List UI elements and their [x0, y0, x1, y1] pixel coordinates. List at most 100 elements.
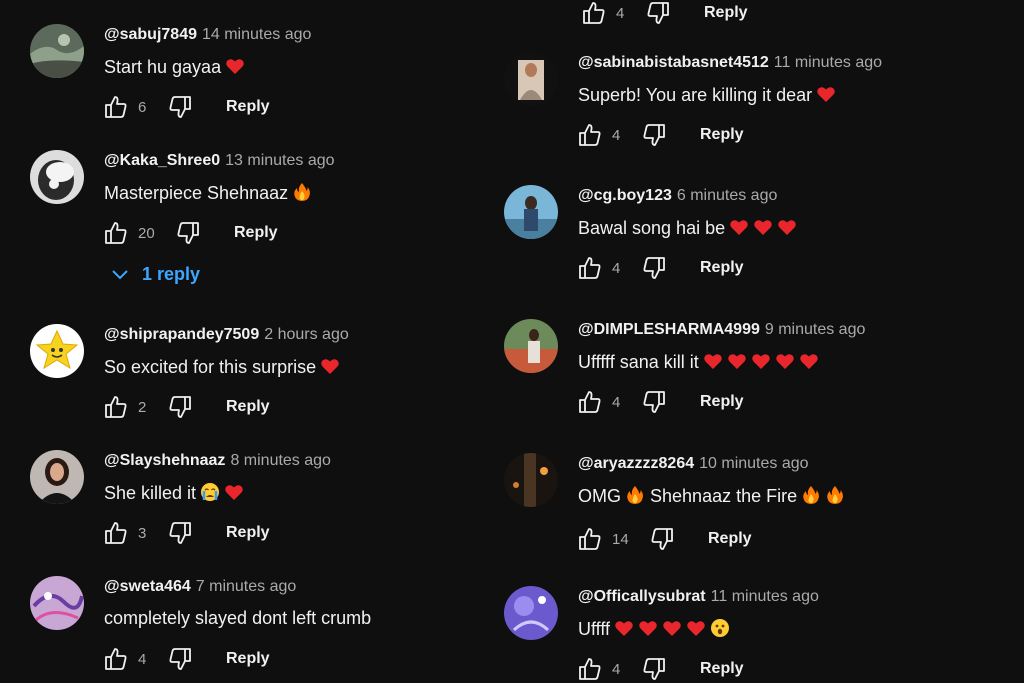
thumbs-up-icon[interactable]: [576, 388, 604, 416]
heart-emoji-icon: [614, 618, 634, 638]
like-count: 20: [138, 224, 155, 242]
thumbs-up-icon[interactable]: [576, 525, 604, 553]
thumbs-up-icon[interactable]: [576, 121, 604, 149]
heart-emoji-icon: [224, 482, 244, 502]
avatar[interactable]: [30, 324, 84, 378]
reply-button[interactable]: Reply: [700, 393, 744, 411]
comment-timestamp[interactable]: 11 minutes ago: [711, 588, 819, 605]
avatar[interactable]: [504, 453, 558, 507]
reply-button[interactable]: Reply: [708, 530, 752, 548]
like-count: 4: [612, 259, 621, 277]
avatar[interactable]: [30, 150, 84, 204]
comment-actions: 3 Reply: [102, 519, 270, 547]
comment-text: She killed it: [104, 482, 244, 504]
avatar[interactable]: [504, 319, 558, 373]
comment-text: Superb! You are killing it dear: [578, 84, 836, 106]
thumbs-up-icon[interactable]: [102, 519, 130, 547]
avatar[interactable]: [30, 24, 84, 78]
reply-button[interactable]: Reply: [234, 224, 278, 242]
thumbs-down-icon[interactable]: [640, 254, 668, 282]
comment-author[interactable]: @sweta464: [104, 578, 191, 595]
thumbs-down-icon[interactable]: [166, 519, 194, 547]
thumbs-up-icon[interactable]: [102, 645, 130, 673]
reply-button[interactable]: Reply: [700, 259, 744, 277]
comment-timestamp[interactable]: 11 minutes ago: [774, 54, 882, 71]
thumbs-down-icon[interactable]: [648, 525, 676, 553]
thumbs-up-icon[interactable]: [580, 0, 608, 27]
like-count: 4: [616, 4, 625, 22]
comment-actions: 4 Reply: [576, 655, 744, 683]
comment-author[interactable]: @sabuj7849: [104, 26, 197, 43]
comment-author[interactable]: @Slayshehnaaz: [104, 452, 225, 469]
avatar[interactable]: [504, 586, 558, 640]
thumbs-down-icon[interactable]: [174, 219, 202, 247]
thumbs-down-icon[interactable]: [166, 645, 194, 673]
reply-button[interactable]: Reply: [226, 398, 270, 416]
comment-header: @aryazzzz8264 10 minutes ago: [578, 455, 809, 473]
comment-timestamp[interactable]: 10 minutes ago: [699, 455, 808, 472]
reply-button[interactable]: Reply: [226, 98, 270, 116]
thumbs-up-icon[interactable]: [576, 254, 604, 282]
comment-timestamp[interactable]: 2 hours ago: [264, 326, 349, 343]
heart-emoji-icon: [727, 351, 747, 371]
comment-author[interactable]: @Officallysubrat: [578, 588, 706, 605]
thumbs-down-icon[interactable]: [640, 655, 668, 683]
comment-timestamp[interactable]: 6 minutes ago: [677, 187, 778, 204]
comment-author[interactable]: @cg.boy123: [578, 187, 672, 204]
thumbs-down-icon[interactable]: [640, 388, 668, 416]
avatar[interactable]: [30, 576, 84, 630]
thumbs-up-icon[interactable]: [102, 219, 130, 247]
reply-button[interactable]: Reply: [704, 4, 748, 22]
reply-button[interactable]: Reply: [700, 660, 744, 678]
avatar[interactable]: [504, 185, 558, 239]
comment-text: Uffff: [578, 618, 730, 640]
reply-button[interactable]: Reply: [226, 524, 270, 542]
comment-text: completely slayed dont left crumb: [104, 608, 371, 629]
view-replies-button[interactable]: 1 reply: [110, 264, 200, 285]
comment-author[interactable]: @shiprapandey7509: [104, 326, 259, 343]
comment-header: @DIMPLESHARMA4999 9 minutes ago: [578, 321, 865, 339]
comment-author[interactable]: @DIMPLESHARMA4999: [578, 321, 760, 338]
like-count: 4: [612, 660, 621, 678]
comment-item: @sabinabistabasnet4512 11 minutes ago Sup…: [504, 52, 1004, 157]
comment-timestamp[interactable]: 9 minutes ago: [765, 321, 866, 338]
thumbs-down-icon[interactable]: [644, 0, 672, 27]
comment-header: @sweta464 7 minutes ago: [104, 578, 296, 596]
comment-body: Uffff: [578, 619, 611, 639]
comment-timestamp[interactable]: 13 minutes ago: [225, 152, 334, 169]
like-count: 4: [612, 393, 621, 411]
thumbs-up-icon[interactable]: [102, 93, 130, 121]
comment-body: Start hu gayaa: [104, 57, 222, 77]
comment-author[interactable]: @aryazzzz8264: [578, 455, 694, 472]
fire-emoji-icon: [801, 485, 821, 505]
heart-emoji-icon: [662, 618, 682, 638]
like-count: 2: [138, 398, 147, 416]
comment-body: Ufffff sana kill it: [578, 352, 699, 372]
heart-emoji-icon: [777, 217, 797, 237]
thumbs-down-icon[interactable]: [640, 121, 668, 149]
comment-timestamp[interactable]: 8 minutes ago: [230, 452, 331, 469]
comment-body-continued: Shehnaaz the Fire: [650, 486, 798, 506]
avatar[interactable]: [504, 52, 558, 106]
comment-timestamp[interactable]: 7 minutes ago: [196, 578, 297, 595]
reply-button[interactable]: Reply: [700, 126, 744, 144]
thumbs-up-icon[interactable]: [576, 655, 604, 683]
reply-button[interactable]: Reply: [226, 650, 270, 668]
comment-body: Bawal song hai be: [578, 218, 726, 238]
comment-author[interactable]: @sabinabistabasnet4512: [578, 54, 769, 71]
comment-header: @cg.boy123 6 minutes ago: [578, 187, 777, 205]
thumbs-down-icon[interactable]: [166, 393, 194, 421]
heart-emoji-icon: [638, 618, 658, 638]
avatar[interactable]: [30, 450, 84, 504]
comment-item: @shiprapandey7509 2 hours ago So excited …: [30, 324, 470, 429]
fire-emoji-icon: [825, 485, 845, 505]
thumbs-down-icon[interactable]: [166, 93, 194, 121]
comment-item: @sabuj7849 14 minutes ago Start hu gayaa …: [30, 24, 470, 129]
thumbs-up-icon[interactable]: [102, 393, 130, 421]
comment-text: Ufffff sana kill it: [578, 351, 819, 373]
comment-actions: 4 Reply: [576, 254, 744, 282]
comment-text: Masterpiece Shehnaaz: [104, 182, 312, 204]
heart-emoji-icon: [320, 356, 340, 376]
comment-author[interactable]: @Kaka_Shree0: [104, 152, 220, 169]
comment-timestamp[interactable]: 14 minutes ago: [202, 26, 311, 43]
